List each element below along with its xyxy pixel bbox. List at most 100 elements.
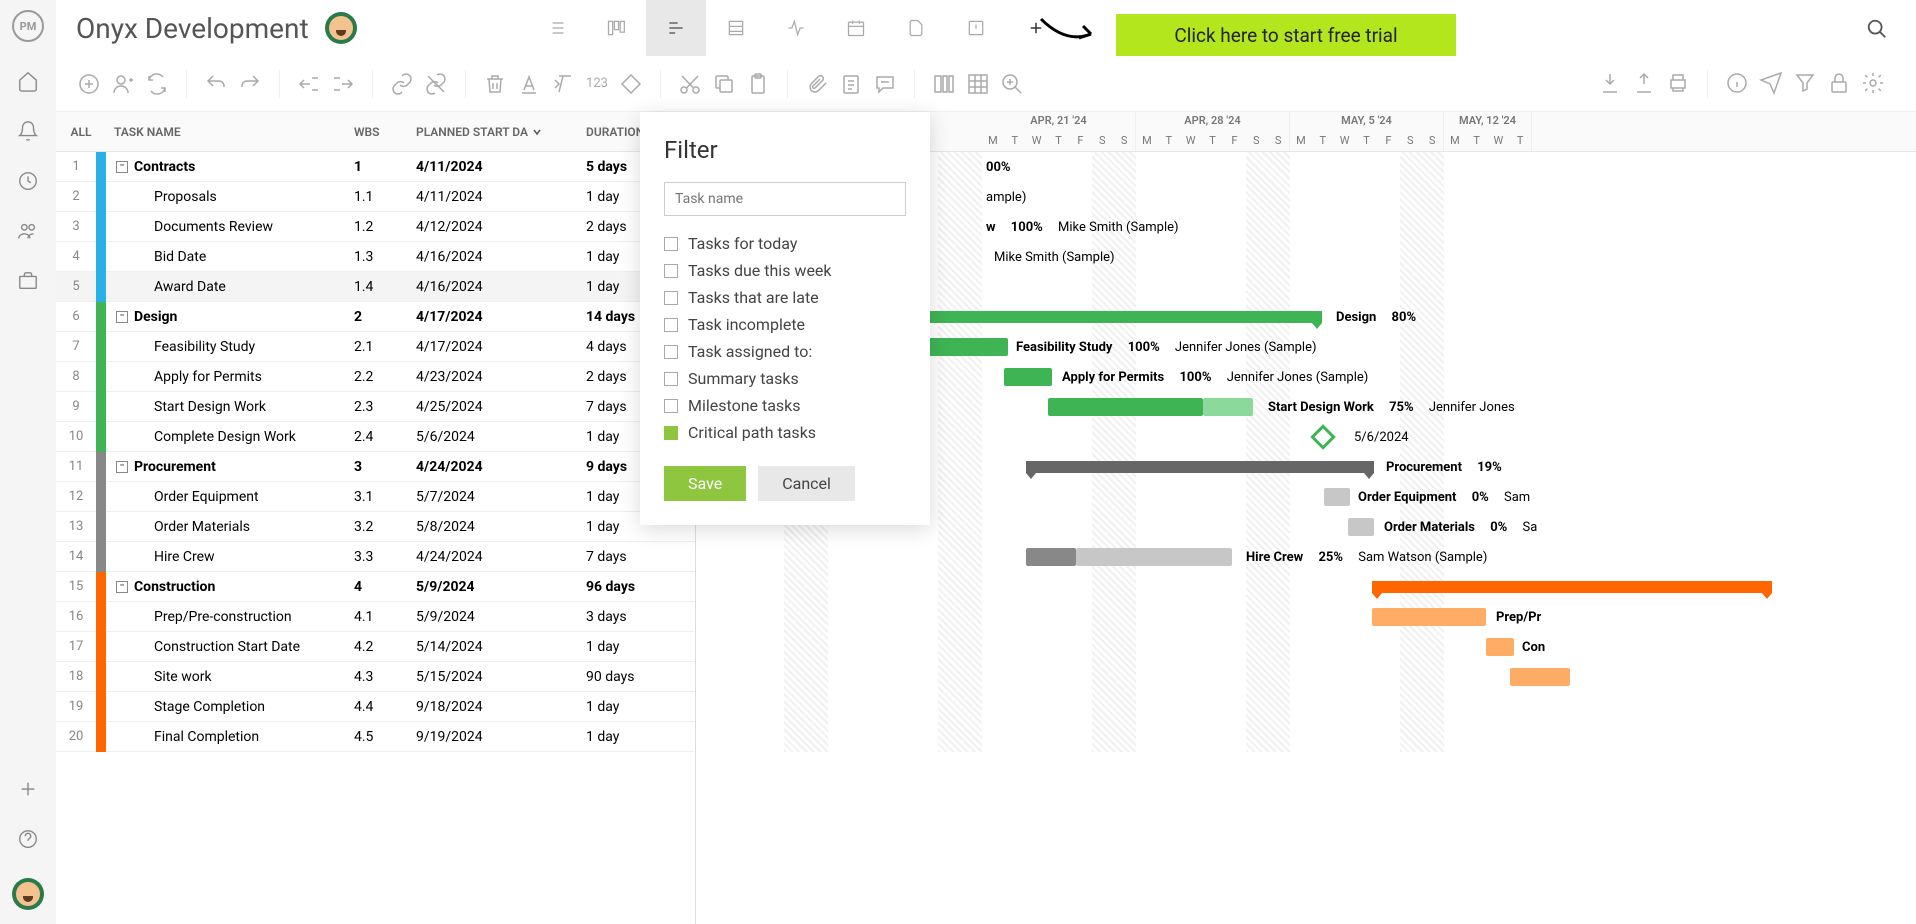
task-row[interactable]: 10Complete Design Work2.45/6/20241 day [56, 422, 695, 452]
zoom-icon[interactable] [999, 71, 1025, 97]
clock-icon[interactable] [17, 170, 39, 192]
task-row[interactable]: 13Order Materials3.25/8/20241 day [56, 512, 695, 542]
gantt-row[interactable]: Con [696, 632, 1916, 662]
users-icon[interactable] [17, 220, 39, 242]
import-icon[interactable] [1597, 70, 1623, 96]
delete-icon[interactable] [482, 71, 508, 97]
app-logo-icon[interactable]: PM [12, 10, 44, 42]
col-task-name[interactable]: TASK NAME [106, 125, 354, 139]
indent-icon[interactable] [330, 71, 356, 97]
col-all[interactable]: ALL [56, 125, 106, 139]
settings-icon[interactable] [1860, 70, 1886, 96]
task-row[interactable]: 19Stage Completion4.49/18/20241 day [56, 692, 695, 722]
paste-icon[interactable] [745, 71, 771, 97]
search-icon[interactable] [1866, 18, 1888, 40]
task-row[interactable]: 3Documents Review1.24/12/20242 days [56, 212, 695, 242]
progress-icon[interactable]: 123 [584, 71, 610, 97]
columns-icon[interactable] [931, 71, 957, 97]
redo-icon[interactable] [237, 71, 263, 97]
task-row[interactable]: 16Prep/Pre-construction4.15/9/20243 days [56, 602, 695, 632]
col-wbs[interactable]: WBS [354, 125, 416, 139]
bell-icon[interactable] [17, 120, 39, 142]
filter-option[interactable]: Task incomplete [664, 311, 906, 338]
refresh-icon[interactable] [144, 71, 170, 97]
calendar-view-tab[interactable] [826, 0, 886, 56]
task-row[interactable]: 7Feasibility Study2.14/17/20244 days [56, 332, 695, 362]
expander-icon[interactable]: − [116, 311, 128, 323]
unlink-icon[interactable] [423, 71, 449, 97]
note-icon[interactable] [838, 71, 864, 97]
assign-icon[interactable] [110, 71, 136, 97]
filter-option[interactable]: Tasks that are late [664, 284, 906, 311]
task-row[interactable]: 15−Construction45/9/202496 days [56, 572, 695, 602]
filter-save-button[interactable]: Save [664, 466, 746, 501]
task-row[interactable]: 20Final Completion4.59/19/20241 day [56, 722, 695, 752]
task-row[interactable]: 9Start Design Work2.34/25/20247 days [56, 392, 695, 422]
gantt-row[interactable] [696, 662, 1916, 692]
expander-icon[interactable]: − [116, 161, 128, 173]
task-row[interactable]: 8Apply for Permits2.24/23/20242 days [56, 362, 695, 392]
filter-option[interactable]: Tasks due this week [664, 257, 906, 284]
activity-view-tab[interactable] [766, 0, 826, 56]
filter-cancel-button[interactable]: Cancel [758, 466, 855, 501]
outdent-icon[interactable] [296, 71, 322, 97]
task-row[interactable]: 4Bid Date1.34/16/20241 day [56, 242, 695, 272]
milestone-icon[interactable] [618, 71, 644, 97]
col-planned-start[interactable]: PLANNED START DA [416, 125, 586, 139]
filter-option[interactable]: Task assigned to: [664, 338, 906, 365]
filter-option[interactable]: Tasks for today [664, 230, 906, 257]
task-row[interactable]: 6−Design24/17/202414 days [56, 302, 695, 332]
gantt-row[interactable] [696, 572, 1916, 602]
wbs-cell: 4.4 [354, 699, 416, 715]
cta-banner-button[interactable]: Click here to start free trial [1116, 14, 1456, 56]
undo-icon[interactable] [203, 71, 229, 97]
link-icon[interactable] [389, 71, 415, 97]
gantt-row[interactable]: Prep/Pr [696, 602, 1916, 632]
filter-icon[interactable] [1792, 70, 1818, 96]
task-row[interactable]: 12Order Equipment3.15/7/20241 day [56, 482, 695, 512]
gantt-row[interactable]: Hire Crew 25% Sam Watson (Sample) [696, 542, 1916, 572]
day-cell: S [1245, 130, 1267, 152]
sheet-view-tab[interactable] [706, 0, 766, 56]
files-view-tab[interactable] [886, 0, 946, 56]
comment-icon[interactable] [872, 71, 898, 97]
day-cell: W [1488, 130, 1510, 152]
export-icon[interactable] [1631, 70, 1657, 96]
filter-option[interactable]: Summary tasks [664, 365, 906, 392]
grid-icon[interactable] [965, 71, 991, 97]
risk-view-tab[interactable] [946, 0, 1006, 56]
cut-icon[interactable] [677, 71, 703, 97]
info-icon[interactable] [1724, 70, 1750, 96]
text-color-icon[interactable] [516, 71, 542, 97]
lock-icon[interactable] [1826, 70, 1852, 96]
filter-task-name-input[interactable] [664, 182, 906, 216]
list-view-tab[interactable] [526, 0, 586, 56]
task-name-cell: Proposals [106, 189, 354, 205]
task-row[interactable]: 11−Procurement34/24/20249 days [56, 452, 695, 482]
task-row[interactable]: 14Hire Crew3.34/24/20247 days [56, 542, 695, 572]
print-icon[interactable] [1665, 70, 1691, 96]
task-row[interactable]: 2Proposals1.14/11/20241 day [56, 182, 695, 212]
row-number: 6 [56, 309, 96, 324]
user-avatar-icon[interactable] [12, 878, 44, 910]
home-icon[interactable] [17, 70, 39, 92]
add-task-icon[interactable] [76, 71, 102, 97]
board-view-tab[interactable] [586, 0, 646, 56]
gantt-view-tab[interactable] [646, 0, 706, 56]
filter-option[interactable]: Milestone tasks [664, 392, 906, 419]
filter-option[interactable]: Critical path tasks [664, 419, 906, 446]
task-row[interactable]: 5Award Date1.44/16/20241 day [56, 272, 695, 302]
task-row[interactable]: 1−Contracts14/11/20245 days [56, 152, 695, 182]
plus-icon[interactable] [17, 778, 39, 800]
send-icon[interactable] [1758, 70, 1784, 96]
copy-icon[interactable] [711, 71, 737, 97]
project-avatar-icon[interactable] [325, 12, 357, 44]
expander-icon[interactable]: − [116, 581, 128, 593]
clear-format-icon[interactable] [550, 71, 576, 97]
attachment-icon[interactable] [804, 71, 830, 97]
briefcase-icon[interactable] [17, 270, 39, 292]
expander-icon[interactable]: − [116, 461, 128, 473]
task-row[interactable]: 18Site work4.35/15/202490 days [56, 662, 695, 692]
task-row[interactable]: 17Construction Start Date4.25/14/20241 d… [56, 632, 695, 662]
help-icon[interactable] [17, 828, 39, 850]
